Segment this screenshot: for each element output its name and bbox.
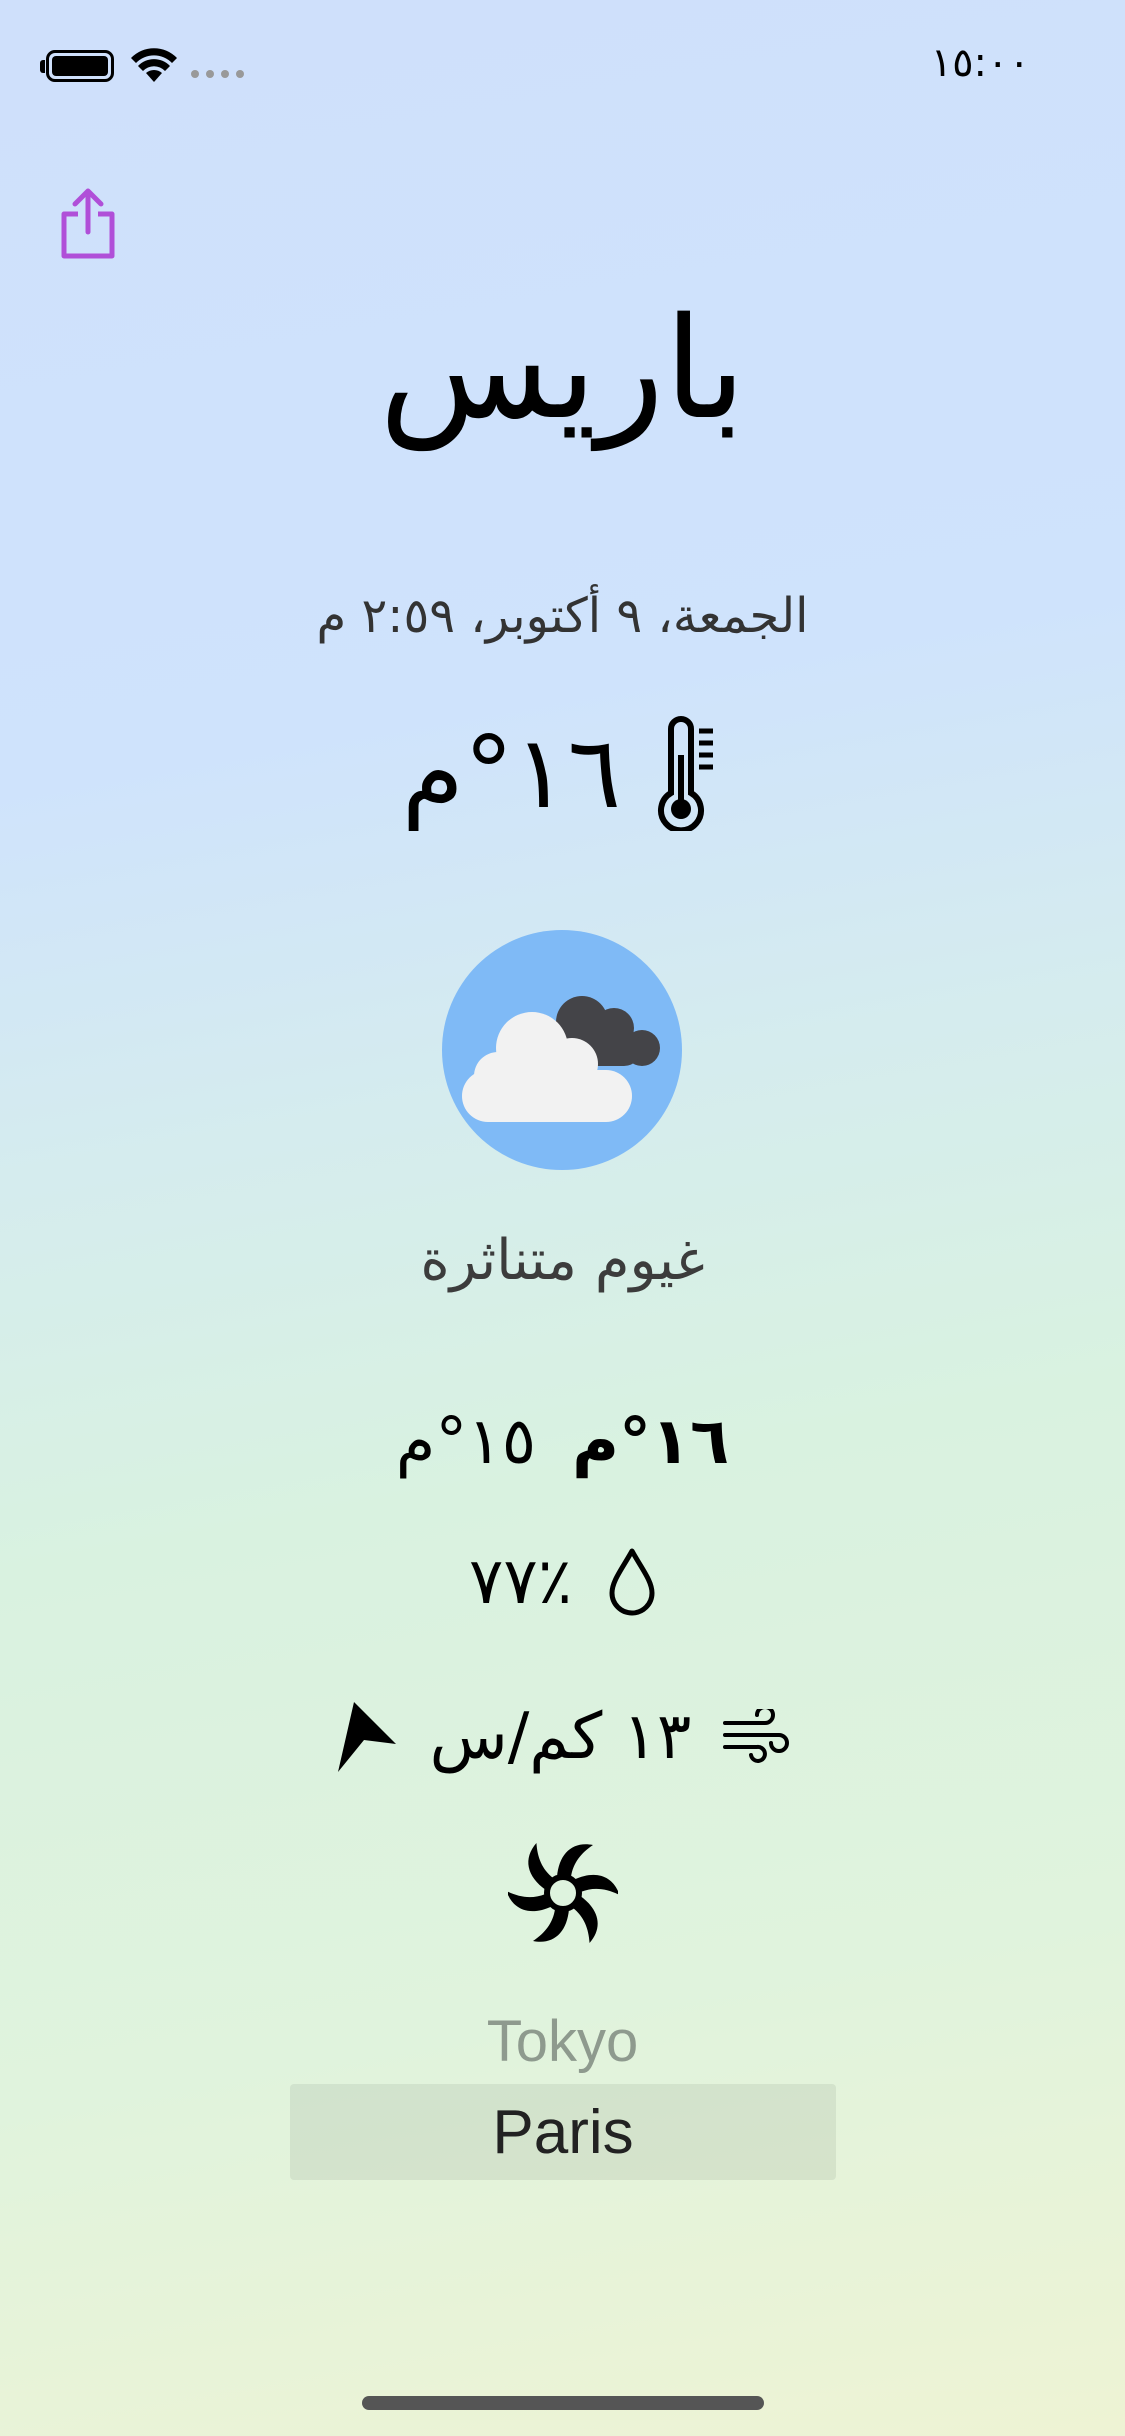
date-time: الجمعة، ٩ أكتوبر، ٢:٥٩ م [316, 588, 809, 644]
wind-row: ١٣ كم/س [0, 1700, 1125, 1774]
battery-icon [46, 50, 114, 82]
share-icon[interactable] [58, 188, 118, 260]
humidity-row: ٪٧٧ [0, 1545, 1125, 1619]
drop-icon [609, 1548, 655, 1616]
status-time: ١٥:٠٠ [930, 40, 1030, 86]
temperature-range: ١٦°م ١٥°م [0, 1405, 1125, 1479]
wifi-icon [131, 48, 177, 82]
wind-direction-arrow-icon [337, 1702, 396, 1772]
scattered-clouds-icon [462, 996, 660, 1122]
current-temperature: ١٦°م [401, 714, 622, 831]
weather-condition: غيوم متناثرة [420, 1228, 705, 1293]
battery-tip [40, 60, 45, 73]
humidity-value: ٪٧٧ [468, 1545, 573, 1619]
thermometer-icon [658, 716, 714, 831]
min-temperature: ١٥°م [395, 1405, 537, 1479]
signal-dots-icon [191, 70, 244, 78]
max-temperature: ١٦°م [572, 1405, 730, 1479]
wind-speed: ١٣ كم/س [429, 1700, 692, 1774]
spinner-icon [508, 1843, 618, 1943]
city-picker-selected[interactable]: Paris [290, 2084, 836, 2180]
weather-icon-badge [442, 930, 682, 1170]
city-title: باريس [379, 288, 746, 451]
home-indicator[interactable] [362, 2396, 764, 2410]
temperature-row: ١٦°م [0, 715, 1125, 831]
city-picker-option-tokyo[interactable]: Tokyo [0, 2008, 1125, 2075]
wind-icon [723, 1709, 790, 1763]
